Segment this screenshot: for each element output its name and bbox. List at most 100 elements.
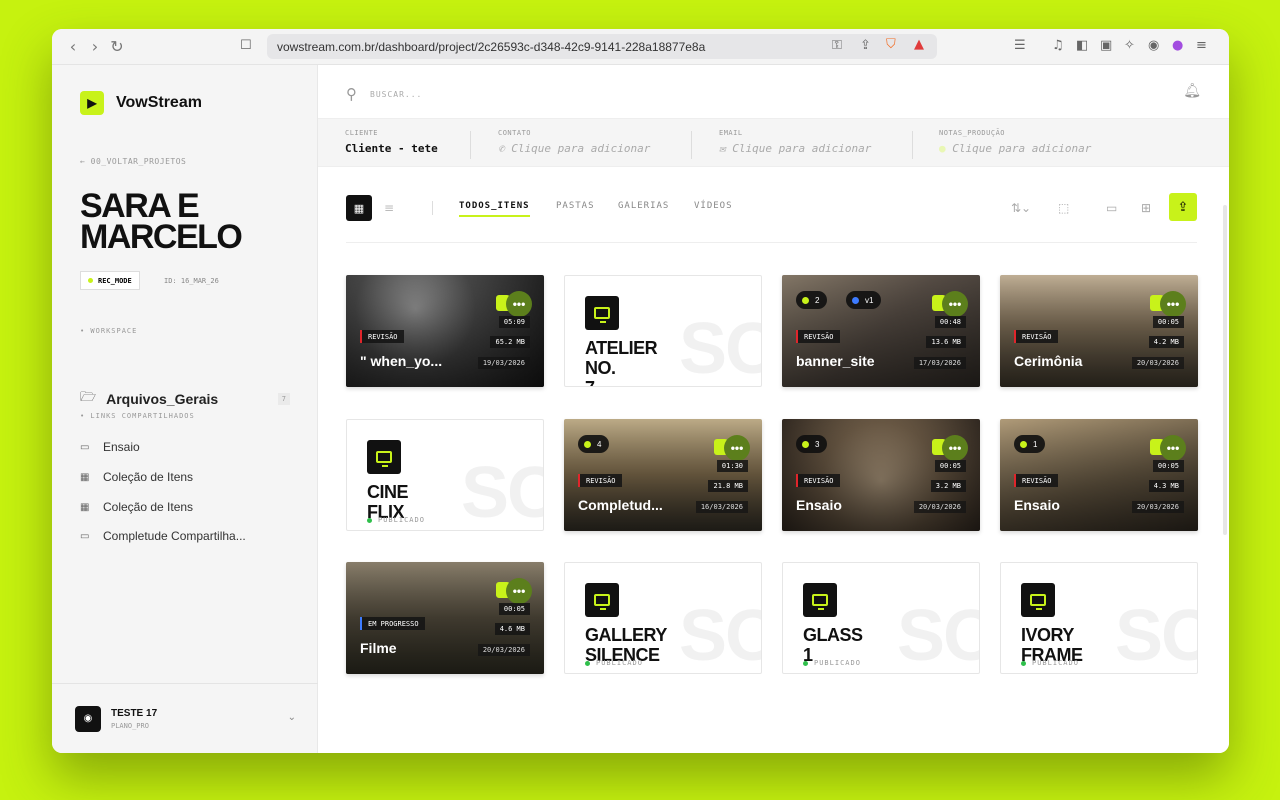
status-badge: REVISÃO bbox=[796, 474, 840, 487]
upload-button[interactable]: ⇪ bbox=[1169, 193, 1197, 221]
email-field[interactable]: EMAIL ✉ Clique para adicionar bbox=[719, 129, 871, 155]
item-name: banner_site bbox=[796, 353, 875, 369]
reader-icon[interactable]: ☰ bbox=[1014, 38, 1026, 53]
brave-rewards-icon[interactable]: ▲ bbox=[914, 37, 924, 52]
shared-link-item[interactable]: ▦ Coleção de Itens bbox=[80, 500, 193, 514]
menu-icon[interactable]: ≡ bbox=[1196, 38, 1207, 53]
profile-icon[interactable]: ● bbox=[1172, 38, 1183, 53]
gallery-card[interactable]: SOCINEFLIXPUBLICADO bbox=[346, 419, 544, 531]
search-input[interactable]: BUSCAR... bbox=[370, 90, 422, 99]
forward-icon[interactable]: › bbox=[84, 37, 106, 56]
rec-mode-label: REC_MODE bbox=[98, 276, 132, 285]
status-badge: REVISÃO bbox=[578, 474, 622, 487]
tab-videos[interactable]: VÍDEOS bbox=[694, 201, 733, 211]
video-card[interactable]: ••• 00:05 4.2 MB REVISÃO Cerimônia 20/03/2026 bbox=[1000, 275, 1198, 387]
item-date: 17/03/2026 bbox=[913, 357, 966, 369]
gallery-card[interactable]: SO ATELIERNO.7 bbox=[564, 275, 762, 387]
new-folder-icon[interactable]: ⊞ bbox=[1141, 201, 1151, 215]
tab-todos-itens[interactable]: TODOS_ITENS bbox=[459, 201, 530, 217]
version-label: v1 bbox=[865, 295, 874, 305]
comments-badge[interactable]: 3 bbox=[796, 435, 828, 453]
video-card[interactable]: 1 ••• 00:05 4.3 MB REVISÃO Ensaio 20/03/2026 bbox=[1000, 419, 1198, 531]
gallery-card[interactable]: SOIVORYFRAMEPUBLICADO bbox=[1000, 562, 1198, 674]
more-options-button[interactable]: ••• bbox=[724, 435, 750, 461]
extension-icon[interactable]: ✧ bbox=[1124, 38, 1135, 53]
comments-count: 3 bbox=[815, 439, 820, 449]
shared-link-item[interactable]: ▭ Completude Compartilha... bbox=[80, 529, 246, 543]
tag-icon bbox=[852, 296, 859, 304]
grid-icon: ▦ bbox=[80, 501, 90, 513]
brave-shield-icon[interactable]: ⛉ bbox=[886, 37, 896, 52]
film-icon: ▭ bbox=[80, 441, 90, 453]
more-options-button[interactable]: ••• bbox=[1160, 291, 1186, 317]
bell-icon[interactable]: 🔔︎ bbox=[1183, 83, 1201, 99]
published-status: PUBLICADO bbox=[1021, 659, 1079, 667]
notes-field[interactable]: NOTAS_PRODUÇÃO ● Clique para adicionar bbox=[939, 129, 1091, 155]
file-size: 21.8 MB bbox=[708, 480, 748, 492]
workspace-section-label: • WORKSPACE bbox=[80, 327, 138, 335]
grid-view-button[interactable]: ▦ bbox=[346, 195, 372, 221]
published-label: PUBLICADO bbox=[1032, 659, 1079, 667]
published-status: PUBLICADO bbox=[585, 659, 643, 667]
video-card[interactable]: 2 v1 ••• 00:48 13.6 MB REVISÃO banner_site 17/0… bbox=[782, 275, 980, 387]
list-view-icon[interactable]: ≡ bbox=[384, 201, 394, 215]
sort-icon[interactable]: ⇅⌄ bbox=[1011, 201, 1031, 215]
video-card[interactable]: 3 ••• 00:05 3.2 MB REVISÃO Ensaio 20/03/2026 bbox=[782, 419, 980, 531]
status-badge: REVISÃO bbox=[360, 330, 404, 343]
brand-name: VowStream bbox=[116, 94, 202, 111]
comment-icon bbox=[802, 296, 809, 304]
folder-item[interactable]: 🗁 Arquivos_Gerais 7 bbox=[80, 388, 290, 410]
more-options-button[interactable]: ••• bbox=[942, 435, 968, 461]
video-card[interactable]: ••• 00:05 4.6 MB EM PROGRESSO Filme 20/03/202… bbox=[346, 562, 544, 674]
status-badge: EM PROGRESSO bbox=[360, 617, 425, 630]
item-date: 20/03/2026 bbox=[1131, 357, 1184, 369]
item-date: 19/03/2026 bbox=[477, 357, 530, 369]
contact-field[interactable]: CONTATO ✆ Clique para adicionar bbox=[498, 129, 650, 155]
comment-icon bbox=[802, 440, 809, 448]
scrollbar[interactable] bbox=[1223, 205, 1227, 535]
comments-badge[interactable]: 1 bbox=[1014, 435, 1046, 453]
comments-count: 1 bbox=[1033, 439, 1038, 449]
item-date: 16/03/2026 bbox=[695, 501, 748, 513]
client-field[interactable]: CLIENTE Cliente - tete bbox=[345, 129, 438, 155]
select-icon[interactable]: ⬚ bbox=[1058, 201, 1069, 215]
key-icon[interactable]: ⚿ bbox=[832, 38, 842, 53]
back-to-projects-link[interactable]: ← 00_VOLTAR_PROJETOS bbox=[80, 157, 186, 166]
chevron-down-icon[interactable]: ⌄ bbox=[288, 712, 296, 723]
comments-badge[interactable]: 2 bbox=[796, 291, 828, 309]
more-options-button[interactable]: ••• bbox=[1160, 435, 1186, 461]
tab-galerias[interactable]: GALERIAS bbox=[618, 201, 669, 211]
shared-link-item[interactable]: ▭ Ensaio bbox=[80, 440, 140, 454]
tab-pastas[interactable]: PASTAS bbox=[556, 201, 595, 211]
comments-badge[interactable]: 4 bbox=[578, 435, 610, 453]
url-text: vowstream.com.br/dashboard/project/2c265… bbox=[277, 39, 706, 54]
monitor-icon bbox=[594, 594, 610, 610]
bookmark-icon[interactable]: ☐ bbox=[240, 38, 252, 53]
video-card[interactable]: 4 ••• 01:30 21.8 MB REVISÃO Completud... 16/03… bbox=[564, 419, 762, 531]
gallery-card[interactable]: SOGLASS1PUBLICADO bbox=[782, 562, 980, 674]
more-options-button[interactable]: ••• bbox=[506, 578, 532, 604]
back-icon[interactable]: ‹ bbox=[62, 37, 84, 56]
user-account[interactable]: ◉ TESTE 17 PLANO_PRO ⌄ bbox=[52, 683, 318, 753]
version-badge[interactable]: v1 bbox=[846, 291, 882, 309]
music-icon[interactable]: ♫ bbox=[1052, 38, 1064, 53]
gallery-card[interactable]: SOGALLERYSILENCEPUBLICADO bbox=[564, 562, 762, 674]
shared-link-item[interactable]: ▦ Coleção de Itens bbox=[80, 470, 193, 484]
reload-icon[interactable]: ↻ bbox=[106, 37, 128, 56]
vpn-icon[interactable]: ◉ bbox=[1148, 38, 1159, 53]
search-bar[interactable]: ⚲ BUSCAR... bbox=[346, 85, 422, 103]
more-options-button[interactable]: ••• bbox=[942, 291, 968, 317]
new-gallery-icon[interactable]: ▭ bbox=[1106, 201, 1117, 215]
brand[interactable]: ▶ VowStream bbox=[80, 91, 202, 115]
monitor-icon bbox=[1030, 594, 1046, 610]
shared-link-label: Completude Compartilha... bbox=[103, 529, 246, 543]
share-icon[interactable]: ⇪ bbox=[860, 38, 871, 53]
item-date: 20/03/2026 bbox=[913, 501, 966, 513]
more-options-button[interactable]: ••• bbox=[506, 291, 532, 317]
video-card[interactable]: ••• 05:09 65.2 MB REVISÃO " when_yo... 19/03/… bbox=[346, 275, 544, 387]
published-dot-icon bbox=[803, 660, 808, 666]
main-content: ⚲ BUSCAR... 🔔︎ CLIENTE Cliente - tete CON… bbox=[318, 65, 1229, 753]
grid-icon: ▦ bbox=[80, 471, 90, 483]
wallet-icon[interactable]: ▣ bbox=[1100, 38, 1112, 53]
sidebar-icon[interactable]: ◧ bbox=[1076, 38, 1088, 53]
